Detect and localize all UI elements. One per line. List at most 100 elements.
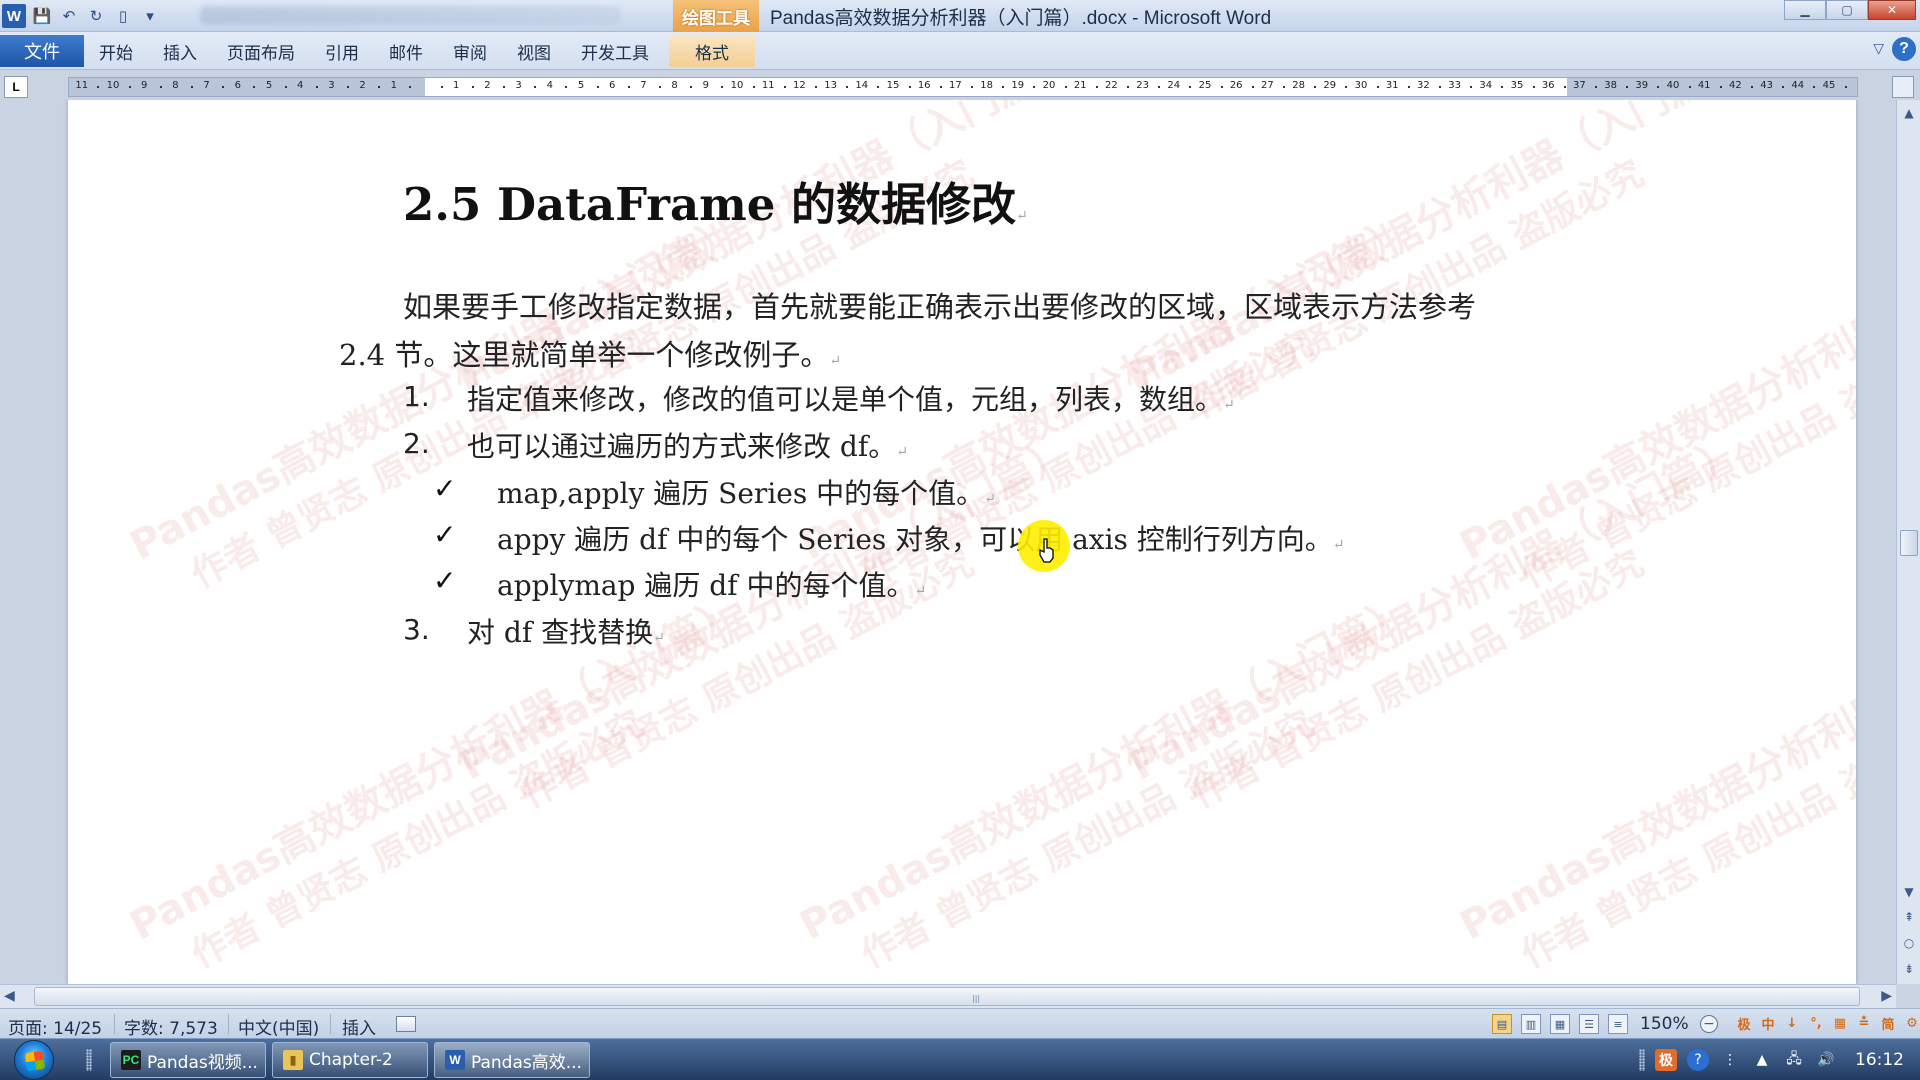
tab-view[interactable]: 视图 [502,35,566,67]
tab-mailings[interactable]: 邮件 [374,35,438,67]
tab-page-layout[interactable]: 页面布局 [212,35,310,67]
ruler-tick-label: 24 [1167,80,1181,91]
tab-review[interactable]: 审阅 [438,35,502,67]
divider [114,1014,115,1034]
tab-home[interactable]: 开始 [84,35,148,67]
web-layout-icon[interactable]: ▦ [1550,1014,1570,1034]
scroll-right-icon[interactable]: ▶ [1881,988,1892,1004]
help-icon[interactable]: ? [1892,37,1916,61]
taskbar-item-folder[interactable]: ▮ Chapter-2 [272,1042,428,1078]
ruler-row: L 11 10 9 8 7 6 5 4 3 2 1 1 2 3 4 5 6 7 8 9 10 11 12 13 14 15 16 17… [0,70,1920,100]
ime-options-icon[interactable]: ⋮ [1719,1049,1741,1071]
ruler-tick [1189,86,1192,88]
ruler-tick-label: 19 [1011,80,1025,91]
insert-mode[interactable]: 插入 [342,1014,376,1039]
ruler-tick-label: 9 [141,80,148,91]
ime-keyboard-icon[interactable]: ▦ [1830,1012,1850,1034]
show-hidden-icons-icon[interactable]: ▲ [1751,1049,1773,1071]
scroll-left-icon[interactable]: ◀ [4,988,15,1004]
minimize-ribbon-icon[interactable]: ▽ [1873,41,1884,57]
vertical-scrollbar[interactable]: ▲ ▼ ⇞ ○ ⇟ [1896,100,1920,984]
ruler-tick-label: 16 [917,80,931,91]
full-screen-reading-icon[interactable]: ▥ [1521,1014,1541,1034]
document-page[interactable]: Pandas高效数据分析利器（入门篇） 作者 曾贤志 原创出品 盗版必究 Panda… [68,100,1856,984]
ruler-tick-label: 28 [1292,80,1305,91]
horizontal-ruler[interactable]: 11 10 9 8 7 6 5 4 3 2 1 1 2 3 4 5 6 7 8 9 10 11 12 13 14 15 16 17 18… [68,77,1858,97]
ruler-tick [1844,86,1847,88]
ruler-tick-label: 22 [1105,80,1118,91]
ruler-tick-label: 1 [453,80,460,91]
save-icon[interactable]: 💾 [31,5,53,27]
word-app-icon[interactable]: W [2,4,26,28]
language-indicator[interactable]: 中文(中国) [238,1014,319,1039]
new-document-icon[interactable]: ▯ [112,5,134,27]
tab-references[interactable]: 引用 [310,35,374,67]
horizontal-scroll-thumb[interactable]: ||| [34,987,1860,1006]
taskbar-item-pycharm[interactable]: PC Pandas视频... [110,1042,266,1078]
ime-mode-icon[interactable]: 极 [1734,1012,1754,1034]
volume-icon[interactable]: 🔊 [1815,1049,1837,1071]
ruler-tick-label: 11 [75,80,89,91]
ruler-tick [1563,86,1566,88]
zoom-level[interactable]: 150% [1640,1014,1689,1034]
tab-format[interactable]: 格式 [669,35,755,67]
ruler-tick-label: 10 [106,80,120,91]
ruler-tick [1064,86,1067,88]
ime-settings-icon[interactable]: ⚙ [1902,1012,1920,1034]
ruler-tick [1719,86,1722,88]
divider [228,1014,229,1034]
ime-user-icon[interactable]: ≛ [1854,1012,1874,1034]
next-page-icon[interactable]: ⇟ [1900,960,1918,978]
scroll-up-icon[interactable]: ▲ [1900,104,1918,122]
minimize-button[interactable]: ▁ [1784,0,1826,20]
tab-developer[interactable]: 开发工具 [566,35,664,67]
clock[interactable]: 16:12 [1855,1050,1904,1070]
customize-qat-icon[interactable]: ▾ [139,5,161,27]
ruler-tick-label: 29 [1323,80,1337,91]
draft-view-icon[interactable]: ≡ [1608,1014,1628,1034]
redo-icon[interactable]: ↻ [85,5,107,27]
scrollbar-thumb[interactable] [1900,530,1918,556]
network-icon[interactable]: 🖧 [1783,1049,1805,1071]
help-tray-icon[interactable]: ? [1687,1049,1709,1071]
paragraph-mark: ↵ [829,353,842,369]
tab-file[interactable]: 文件 [0,35,84,67]
tab-insert[interactable]: 插入 [148,35,212,67]
macro-recording-icon[interactable] [396,1016,416,1032]
scroll-down-icon[interactable]: ▼ [1900,883,1918,901]
view-ruler-icon[interactable] [1892,76,1914,98]
ribbon-tabs: 开始 插入 页面布局 引用 邮件 审阅 视图 开发工具 格式 [84,35,755,67]
ruler-tick [409,86,412,88]
ruler-tick-label: 26 [1229,80,1243,91]
start-button[interactable] [14,1040,54,1080]
watermark-line: Pandas高效数据分析利器（入门篇） [1452,588,1856,950]
tab-stop-selector[interactable]: L [4,76,28,98]
ruler-tick-label: 21 [1073,80,1087,91]
undo-icon[interactable]: ↶ [58,5,80,27]
ruler-tick-label: 37 [1573,80,1586,91]
maximize-button[interactable]: ▢ [1826,0,1868,20]
zoom-out-icon[interactable]: − [1700,1015,1718,1033]
ime-tray-icon[interactable]: 极 [1655,1049,1677,1071]
document-area: Pandas高效数据分析利器（入门篇） 作者 曾贤志 原创出品 盗版必究 Panda… [0,100,1896,984]
list-item-text: 对 df 查找替换 [467,616,654,649]
ruler-tick [222,86,225,88]
ime-punctuation-icon[interactable]: °, [1806,1012,1826,1034]
word-count[interactable]: 字数: 7,573 [124,1014,218,1039]
page-count[interactable]: 页面: 14/25 [8,1014,102,1039]
select-browse-object-icon[interactable]: ○ [1900,934,1918,952]
outline-view-icon[interactable]: ☰ [1579,1014,1599,1034]
ime-moon-icon[interactable]: ↓ [1782,1012,1802,1034]
horizontal-scrollbar[interactable]: ◀ ||| ▶ [0,984,1896,1008]
ruler-tick [128,86,131,88]
print-layout-icon[interactable]: ▤ [1492,1014,1512,1034]
paragraph-mark: ↵ [896,444,908,460]
ime-simplified-icon[interactable]: 简 [1878,1012,1898,1034]
close-button[interactable]: ✕ [1868,0,1916,20]
taskbar-item-word[interactable]: W Pandas高效... [434,1042,590,1078]
previous-page-icon[interactable]: ⇞ [1900,908,1918,926]
ruler-tick-label: 27 [1261,80,1274,91]
ime-chinese-icon[interactable]: 中 [1758,1012,1778,1034]
check-item-text: applymap 遍历 df 中的每个值。 [497,569,915,602]
check-item-text: appy 遍历 df 中的每个 Series 对象，可以用 axis 控制行列方… [497,523,1333,556]
